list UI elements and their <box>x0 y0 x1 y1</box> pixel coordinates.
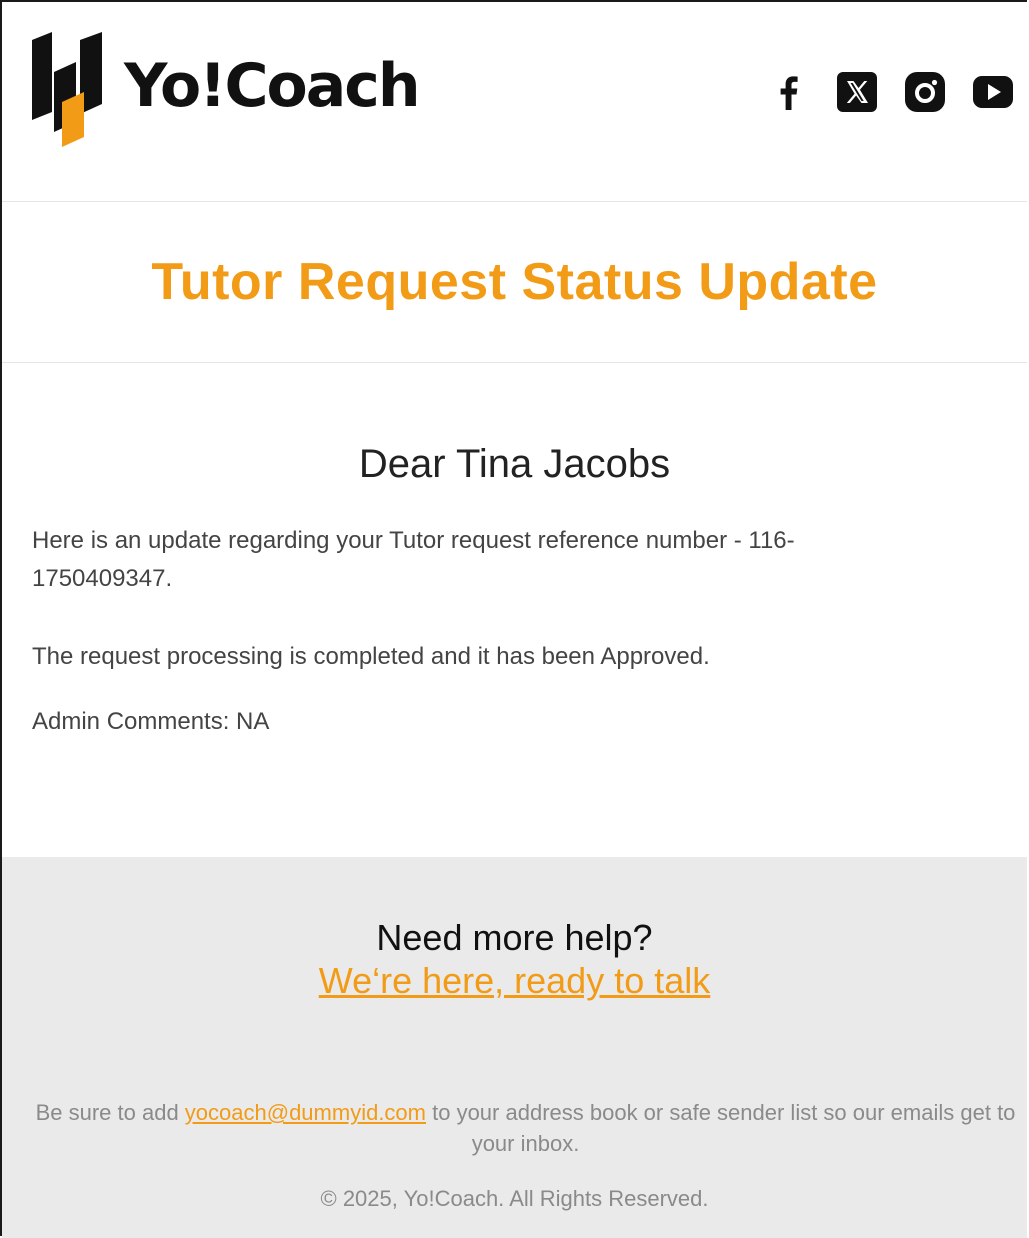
help-title: Need more help? <box>376 917 653 958</box>
x-icon[interactable] <box>835 70 879 114</box>
email-header: Yo!Coach <box>2 2 1027 202</box>
notice-text-after: to your address book or safe sender list… <box>426 1100 1016 1156</box>
email-frame: Yo!Coach Tutor Request Status Update Dea… <box>0 0 1027 1238</box>
notice-text-before: Be sure to add <box>35 1100 185 1125</box>
email-title: Tutor Request Status Update <box>151 253 878 311</box>
brand-logo[interactable]: Yo!Coach <box>32 32 421 147</box>
yocoach-logo-mark-icon <box>32 32 102 147</box>
admin-comments: Admin Comments: NA <box>32 708 270 735</box>
status-paragraph: The request processing is completed and … <box>32 643 710 670</box>
facebook-icon[interactable] <box>767 70 811 114</box>
greeting: Dear Tina Jacobs <box>358 442 671 486</box>
brand-name: Yo!Coach <box>124 50 421 121</box>
email-footer: Need more help? We‘re here, ready to tal… <box>2 857 1027 1238</box>
youtube-icon[interactable] <box>971 70 1015 114</box>
help-link-wrapper: We‘re here, ready to talk <box>2 960 1027 1002</box>
title-band: Tutor Request Status Update <box>2 202 1027 363</box>
safe-sender-notice: Be sure to add yocoach@dummyid.com to yo… <box>32 1097 1019 1159</box>
social-links <box>767 70 1015 114</box>
copyright: © 2025, Yo!Coach. All Rights Reserved. <box>320 1186 709 1211</box>
contact-link[interactable]: We‘re here, ready to talk <box>319 960 711 1001</box>
update-paragraph: Here is an update regarding your Tutor r… <box>32 527 795 592</box>
instagram-icon[interactable] <box>903 70 947 114</box>
email-address-link[interactable]: yocoach@dummyid.com <box>185 1100 426 1125</box>
